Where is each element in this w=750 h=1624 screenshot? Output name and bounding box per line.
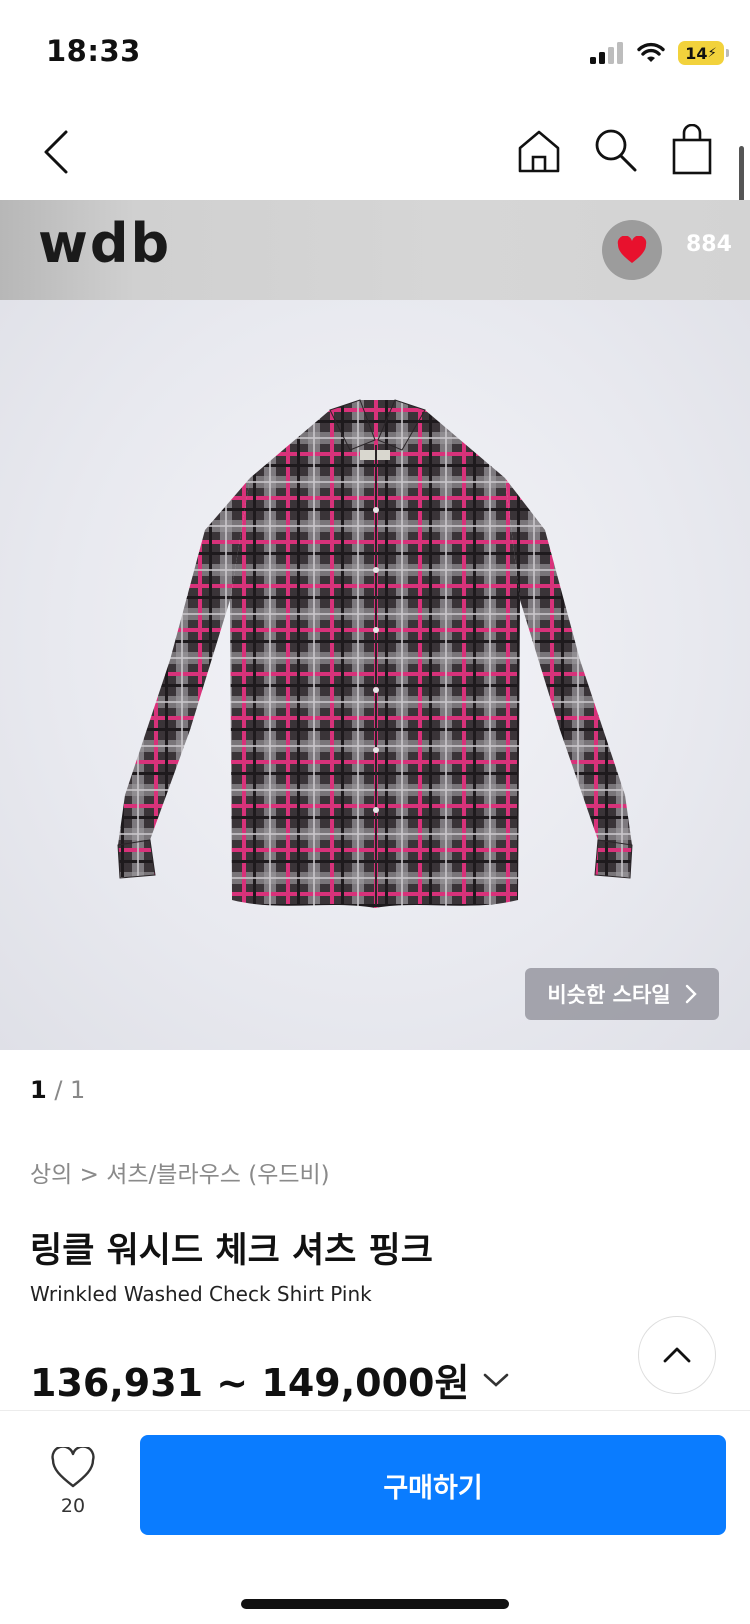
- image-pager: 1 / 1: [30, 1076, 85, 1104]
- wishlist-count: 20: [60, 1495, 86, 1517]
- status-bar: 18:33 14 ⚡: [0, 0, 750, 100]
- product-image[interactable]: 비슷한 스타일: [0, 300, 750, 1050]
- chevron-right-icon: [685, 984, 697, 1004]
- home-indicator: [241, 1599, 509, 1609]
- battery-indicator: 14 ⚡: [678, 41, 729, 65]
- scroll-to-top-button[interactable]: [638, 1316, 716, 1394]
- brand-banner[interactable]: wdb 884: [0, 200, 750, 300]
- cart-icon[interactable]: [670, 124, 714, 176]
- pager-current: 1: [30, 1076, 47, 1104]
- buy-button[interactable]: 구매하기: [140, 1435, 726, 1535]
- chevron-down-icon: [484, 1373, 509, 1387]
- heart-outline-icon: [51, 1447, 95, 1488]
- product-title: 링클 워시드 체크 셔츠 핑크: [30, 1231, 433, 1271]
- nav-bar: [0, 112, 750, 192]
- status-indicators: 14 ⚡: [590, 38, 729, 68]
- status-time: 18:33: [46, 34, 141, 68]
- heart-icon: [617, 236, 647, 263]
- back-icon[interactable]: [38, 126, 78, 178]
- pager-total: / 1: [54, 1076, 86, 1104]
- home-icon[interactable]: [516, 128, 562, 174]
- price-range[interactable]: 136,931 ~ 149,000원: [30, 1352, 509, 1407]
- product-photo-shirt: [117, 399, 633, 908]
- wishlist-button[interactable]: 20: [48, 1447, 98, 1517]
- similar-style-button[interactable]: 비슷한 스타일: [525, 968, 719, 1020]
- price-text: 136,931 ~ 149,000원: [30, 1361, 470, 1405]
- battery-level: 14: [685, 43, 708, 63]
- brand-like-count: 884: [686, 232, 732, 257]
- brand-logo: wdb: [38, 212, 172, 275]
- similar-style-label: 비슷한 스타일: [547, 983, 671, 1007]
- bottom-action-bar: 20 구매하기: [0, 1410, 750, 1624]
- wifi-icon: [637, 42, 665, 62]
- cellular-signal-icon: [590, 42, 623, 64]
- chevron-up-icon: [663, 1347, 691, 1363]
- breadcrumb[interactable]: 상의 > 셔츠/블라우스 (우드비): [30, 1155, 330, 1189]
- brand-like-button[interactable]: [602, 220, 662, 280]
- search-icon[interactable]: [592, 126, 638, 174]
- product-subtitle: Wrinkled Washed Check Shirt Pink: [30, 1282, 372, 1306]
